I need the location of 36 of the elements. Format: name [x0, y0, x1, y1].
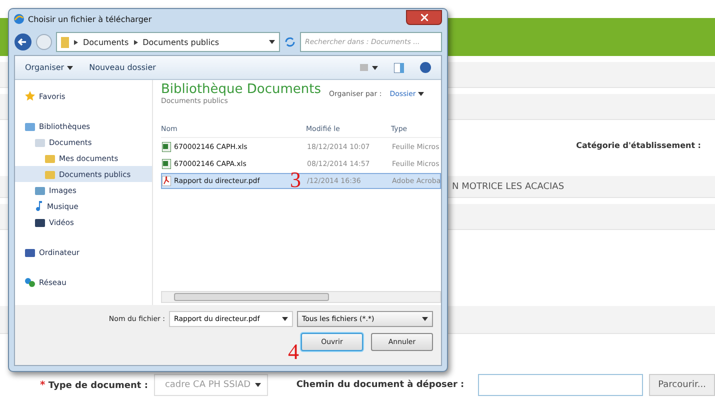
document-type-label: * Type de document :: [40, 380, 148, 390]
address-bar[interactable]: Documents Documents publics: [56, 32, 280, 52]
caret-icon: [418, 92, 424, 96]
view-icon[interactable]: [360, 64, 378, 72]
annotation-number: 4: [288, 341, 299, 363]
close-icon: [420, 14, 428, 20]
caret-icon: [282, 317, 288, 321]
browse-button[interactable]: Parcourir...: [649, 374, 715, 396]
refresh-icon[interactable]: [284, 36, 296, 48]
establishment-name: N MOTRICE LES ACACIAS: [452, 182, 564, 192]
library-title: Bibliothèque Documents: [161, 82, 322, 97]
music-note-icon: [35, 201, 43, 211]
category-label: Catégorie d'établissement :: [576, 140, 701, 150]
upload-path-field[interactable]: [478, 374, 644, 396]
upload-label: Chemin du document à déposer :: [296, 380, 464, 390]
breadcrumb-item[interactable]: Documents publics: [142, 38, 220, 46]
app-icon: [14, 14, 24, 24]
breadcrumb-item[interactable]: Documents: [83, 38, 129, 46]
toolbar-button[interactable]: Nouveau dossier: [89, 63, 156, 72]
star-icon: [25, 91, 35, 101]
toolbar-button[interactable]: Organiser: [25, 63, 74, 72]
spreadsheet-icon: [162, 142, 171, 152]
chevron-icon: [74, 40, 78, 44]
folder-icon: [61, 36, 69, 48]
chevron-icon: [134, 40, 138, 44]
spreadsheet-icon: [162, 159, 171, 169]
pdf-icon: [162, 176, 171, 186]
caret-icon: [422, 317, 428, 321]
window-title: Choisir un fichier à télécharger: [28, 14, 153, 24]
horizontal-scrollbar[interactable]: [161, 291, 441, 303]
caret-icon: [67, 66, 74, 70]
caret-icon: [255, 383, 262, 387]
caret-icon: [269, 40, 275, 44]
close-button[interactable]: [406, 10, 442, 24]
preview-pane-icon[interactable]: [394, 62, 404, 72]
back-icon[interactable]: [14, 33, 32, 51]
